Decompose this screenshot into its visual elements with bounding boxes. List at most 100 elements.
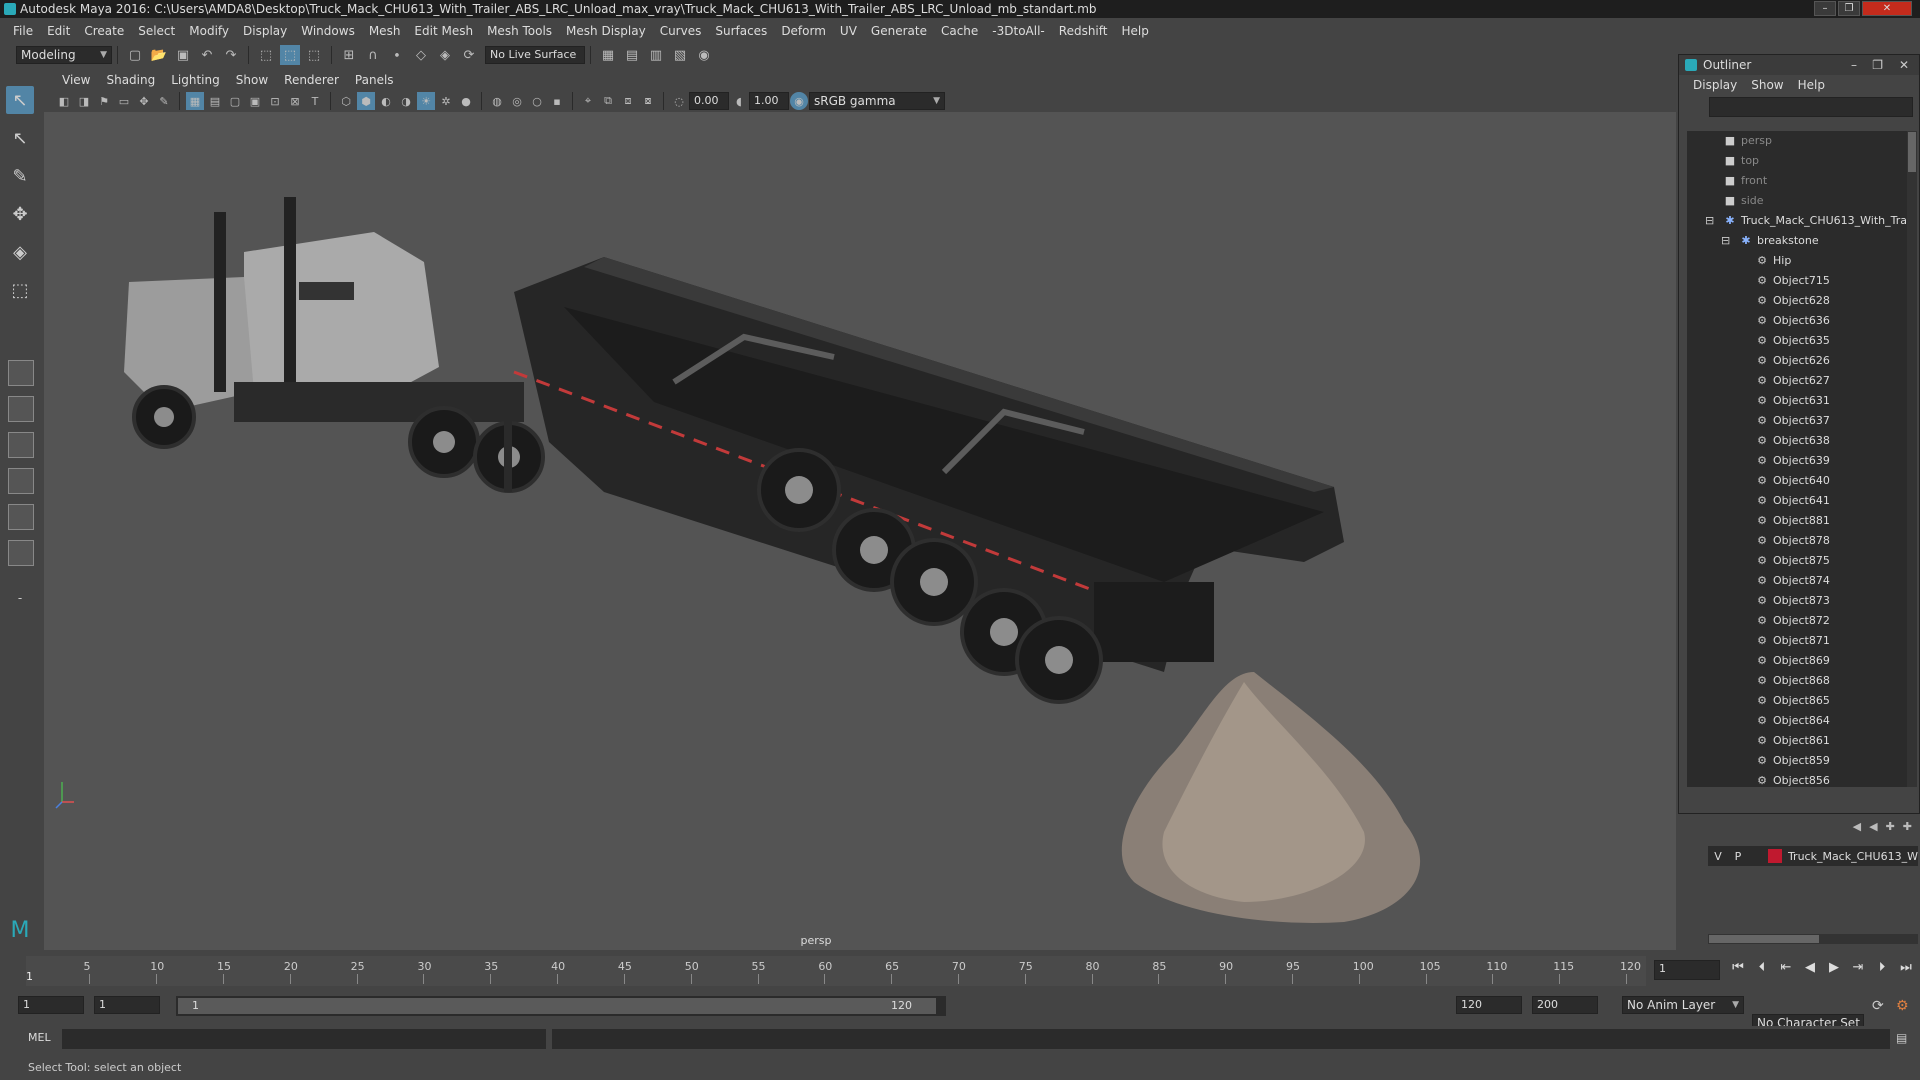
layout-expand-icon[interactable]: -: [6, 584, 34, 612]
layer-playback-toggle[interactable]: P: [1728, 850, 1748, 863]
outliner-item[interactable]: ■ front: [1687, 171, 1907, 191]
save-scene-icon[interactable]: ▣: [173, 45, 193, 65]
menu-windows[interactable]: Windows: [294, 24, 362, 38]
select-object-icon[interactable]: ⬚: [280, 45, 300, 65]
viewport-menu-lighting[interactable]: Lighting: [163, 73, 228, 87]
exposure-icon[interactable]: ◌: [670, 92, 688, 110]
resolution-gate-icon[interactable]: ▢: [226, 92, 244, 110]
snap-curve-icon[interactable]: ∩: [363, 45, 383, 65]
time-ruler[interactable]: 1 5 10 15 20 25 30 35 40 45 50 55 60 65 70 75 80 85 90 95 1…: [26, 956, 1646, 986]
menu-cache[interactable]: Cache: [934, 24, 985, 38]
menu-curves[interactable]: Curves: [653, 24, 709, 38]
menu-mesh-display[interactable]: Mesh Display: [559, 24, 653, 38]
exposure-field[interactable]: 0.00: [689, 92, 729, 110]
3d-scene-view[interactable]: [44, 112, 1676, 950]
script-editor-icon[interactable]: ▤: [1896, 1031, 1907, 1045]
viewport-menu-shading[interactable]: Shading: [98, 73, 163, 87]
ipr-render-icon[interactable]: ▧: [670, 45, 690, 65]
collapse-toggle-icon[interactable]: ⊟: [1721, 231, 1730, 251]
menu-file[interactable]: File: [6, 24, 40, 38]
animation-start-field[interactable]: 1: [18, 996, 84, 1014]
menu-help[interactable]: Help: [1114, 24, 1155, 38]
outliner-item[interactable]: ⚙ Object637: [1687, 411, 1907, 431]
outliner-item[interactable]: ⚙ Object638: [1687, 431, 1907, 451]
auto-key-icon[interactable]: ⟳: [1872, 998, 1884, 1014]
menu-uv[interactable]: UV: [833, 24, 864, 38]
snap-grid-icon[interactable]: ⊞: [339, 45, 359, 65]
persp-uv-layout-icon[interactable]: [8, 540, 34, 566]
command-input[interactable]: [62, 1029, 546, 1049]
grease-pencil-icon[interactable]: ✎: [155, 92, 173, 110]
field-chart-icon[interactable]: ⊡: [266, 92, 284, 110]
outliner-item[interactable]: ⚙ Object639: [1687, 451, 1907, 471]
viewport-menu-view[interactable]: View: [54, 73, 98, 87]
outliner-item[interactable]: ⚙ Object874: [1687, 571, 1907, 591]
outliner-menu-display[interactable]: Display: [1693, 78, 1737, 92]
scale-tool-icon[interactable]: ⬚: [6, 276, 34, 304]
playback-start-field[interactable]: 1: [94, 996, 160, 1014]
new-layer-icon[interactable]: ✚: [1886, 820, 1895, 833]
lasso-tool-icon[interactable]: ↖: [6, 124, 34, 152]
menu-deform[interactable]: Deform: [774, 24, 833, 38]
anim-layer-dropdown[interactable]: No Anim Layer ▼: [1622, 996, 1744, 1014]
close-icon[interactable]: ✕: [1899, 55, 1909, 75]
outliner-item[interactable]: ■ top: [1687, 151, 1907, 171]
use-all-lights-icon[interactable]: ☀: [417, 92, 435, 110]
viewport-menu-panels[interactable]: Panels: [347, 73, 402, 87]
viewport-menu-renderer[interactable]: Renderer: [276, 73, 347, 87]
menu-generate[interactable]: Generate: [864, 24, 934, 38]
menu-mesh-tools[interactable]: Mesh Tools: [480, 24, 559, 38]
outliner-item[interactable]: ⚙ Object878: [1687, 531, 1907, 551]
minimize-icon[interactable]: –: [1851, 55, 1857, 75]
paint-select-icon[interactable]: ✎: [6, 162, 34, 190]
select-hierarchy-icon[interactable]: ⬚: [256, 45, 276, 65]
go-to-end-icon[interactable]: ⏭: [1894, 960, 1918, 975]
snap-point-icon[interactable]: ∙: [387, 45, 407, 65]
outliner-item[interactable]: ⚙ Object864: [1687, 711, 1907, 731]
depth-of-field-icon[interactable]: ○: [528, 92, 546, 110]
outliner-item[interactable]: ⚙ Object635: [1687, 331, 1907, 351]
menu-set-dropdown[interactable]: Modeling ▼: [16, 46, 112, 64]
menu-display[interactable]: Display: [236, 24, 294, 38]
scrollbar-thumb[interactable]: [1908, 132, 1916, 172]
image-plane-icon[interactable]: ▭: [115, 92, 133, 110]
xray-joints-icon[interactable]: ⧉: [599, 92, 617, 110]
move-layer-up-icon[interactable]: ◀: [1853, 820, 1861, 833]
outliner-item[interactable]: ⚙ Object715: [1687, 271, 1907, 291]
outliner-item[interactable]: ⊟ ✱ Truck_Mack_CHU613_With_Trai: [1687, 211, 1907, 231]
safe-action-icon[interactable]: ⊠: [286, 92, 304, 110]
outliner-item[interactable]: ⚙ Hip: [1687, 251, 1907, 271]
outliner-item[interactable]: ⚙ Object627: [1687, 371, 1907, 391]
live-surface-field[interactable]: No Live Surface: [485, 46, 585, 64]
outliner-item[interactable]: ⚙ Object872: [1687, 611, 1907, 631]
film-gate-icon[interactable]: ▤: [206, 92, 224, 110]
menu-edit[interactable]: Edit: [40, 24, 77, 38]
bookmark-icon[interactable]: ⚑: [95, 92, 113, 110]
outliner-item[interactable]: ⚙ Object636: [1687, 311, 1907, 331]
open-scene-icon[interactable]: 📂: [149, 45, 169, 65]
make-live-icon[interactable]: ◈: [435, 45, 455, 65]
viewport-menu-show[interactable]: Show: [228, 73, 276, 87]
hypershade-icon[interactable]: ◉: [694, 45, 714, 65]
outliner-item[interactable]: ⚙ Object626: [1687, 351, 1907, 371]
render-settings-icon[interactable]: ▦: [598, 45, 618, 65]
menu-surfaces[interactable]: Surfaces: [708, 24, 774, 38]
step-back-key-icon[interactable]: ⇤: [1774, 960, 1798, 975]
gamma-field[interactable]: 1.00: [749, 92, 789, 110]
new-scene-icon[interactable]: ▢: [125, 45, 145, 65]
snap-view-plane-icon[interactable]: ◇: [411, 45, 431, 65]
outliner-item[interactable]: ■ side: [1687, 191, 1907, 211]
gamma-icon[interactable]: ◖: [730, 92, 748, 110]
outliner-search-input[interactable]: [1709, 97, 1913, 117]
safe-title-icon[interactable]: T: [306, 92, 324, 110]
persp-graph-layout-icon[interactable]: [8, 468, 34, 494]
time-slider[interactable]: 1 5 10 15 20 25 30 35 40 45 50 55 60 65 70 75 80 85 90 95 1…: [0, 952, 1920, 990]
step-forward-key-icon[interactable]: ⇥: [1846, 960, 1870, 975]
move-layer-down-icon[interactable]: ◀: [1869, 820, 1877, 833]
command-language-label[interactable]: MEL: [28, 1031, 51, 1044]
outliner-menu-help[interactable]: Help: [1798, 78, 1825, 92]
select-camera-icon[interactable]: ◧: [55, 92, 73, 110]
smooth-shade-icon[interactable]: ⬢: [357, 92, 375, 110]
move-tool-icon[interactable]: ✥: [6, 200, 34, 228]
outliner-item[interactable]: ⚙ Object631: [1687, 391, 1907, 411]
